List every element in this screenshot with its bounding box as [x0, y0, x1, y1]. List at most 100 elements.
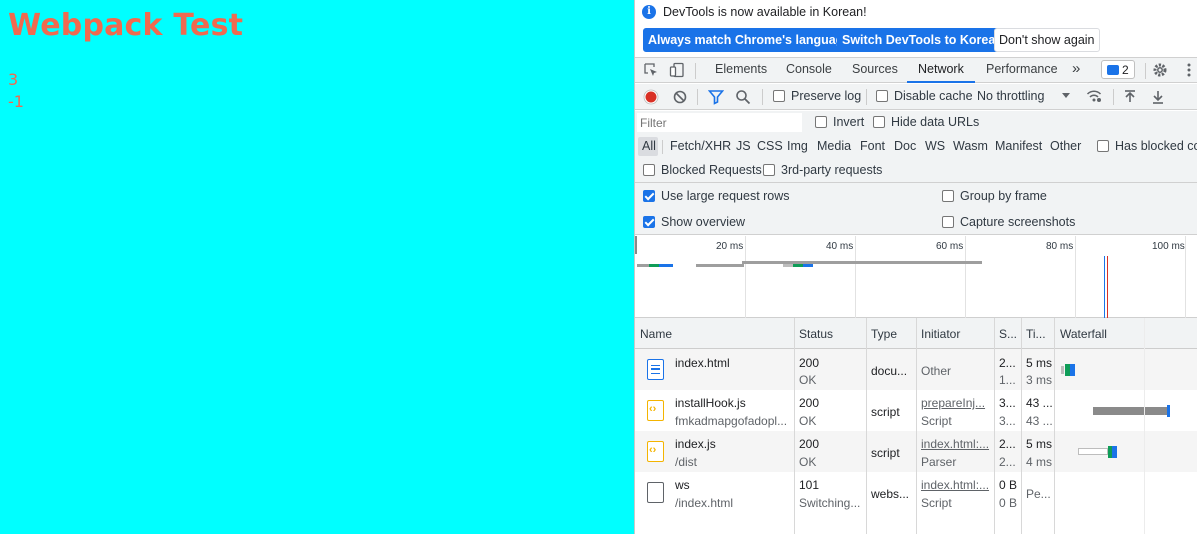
settings-gear-icon[interactable]: [1152, 62, 1168, 78]
page-line: 3: [8, 70, 19, 89]
has-blocked-cookies-checkbox[interactable]: [1097, 140, 1109, 152]
column-header-time[interactable]: Ti...: [1026, 327, 1046, 341]
request-status: 200: [799, 437, 820, 451]
column-divider[interactable]: [1054, 318, 1055, 534]
use-large-rows-label: Use large request rows: [661, 189, 790, 203]
type-filter-fetch-xhr[interactable]: Fetch/XHR: [670, 139, 731, 153]
clear-icon[interactable]: [672, 89, 688, 105]
type-filter-js[interactable]: JS: [736, 139, 751, 153]
column-header-size[interactable]: S...: [999, 327, 1017, 341]
active-tab-indicator: [907, 81, 975, 83]
show-overview-checkbox[interactable]: [643, 216, 655, 228]
network-conditions-icon[interactable]: [1086, 88, 1102, 104]
throttling-select[interactable]: No throttling: [977, 89, 1044, 103]
hide-data-urls-checkbox[interactable]: [873, 116, 885, 128]
request-type: script: [871, 446, 900, 460]
invert-checkbox[interactable]: [815, 116, 827, 128]
switch-to-korean-button[interactable]: Switch DevTools to Korean: [837, 28, 1008, 52]
request-path: /index.html: [675, 496, 734, 510]
type-filter-ws[interactable]: WS: [925, 139, 945, 153]
type-filter-wasm[interactable]: Wasm: [953, 139, 988, 153]
preserve-log-checkbox[interactable]: [773, 90, 785, 102]
match-language-button[interactable]: Always match Chrome's language: [643, 28, 856, 52]
type-filter-other[interactable]: Other: [1050, 139, 1081, 153]
overview-bar: [783, 264, 793, 267]
type-filter-all[interactable]: All: [642, 139, 656, 153]
tab-performance[interactable]: Performance: [986, 62, 1058, 76]
capture-screenshots-label: Capture screenshots: [960, 215, 1076, 229]
request-type: script: [871, 405, 900, 419]
divider: [697, 89, 698, 105]
type-filter-css[interactable]: CSS: [757, 139, 783, 153]
type-filter-img[interactable]: Img: [787, 139, 808, 153]
request-status: 200: [799, 356, 820, 370]
request-time: 5 ms: [1026, 437, 1053, 451]
request-initiator[interactable]: index.html:...: [921, 478, 993, 492]
column-divider[interactable]: [994, 318, 995, 534]
document-icon: [647, 359, 664, 380]
tab-elements[interactable]: Elements: [715, 62, 767, 76]
request-size: 3...: [999, 396, 1016, 410]
disable-cache-checkbox[interactable]: [876, 90, 888, 102]
column-header-initiator[interactable]: Initiator: [921, 327, 960, 341]
type-filter-font[interactable]: Font: [860, 139, 885, 153]
issues-badge[interactable]: 2: [1101, 60, 1135, 79]
request-latency: 3 ms: [1026, 373, 1053, 387]
overview-tick-label: 60 ms: [936, 241, 964, 252]
type-filter-doc[interactable]: Doc: [894, 139, 916, 153]
capture-screenshots-checkbox[interactable]: [942, 216, 954, 228]
request-name: index.html: [675, 356, 730, 370]
column-header-status[interactable]: Status: [799, 327, 833, 341]
type-filter-media[interactable]: Media: [817, 139, 851, 153]
request-size: 0 B: [999, 478, 1018, 492]
group-by-frame-checkbox[interactable]: [942, 190, 954, 202]
overview-start-marker: [635, 236, 637, 254]
dropdown-arrow-icon: [1062, 93, 1070, 98]
infobar-message: DevTools is now available in Korean!: [663, 5, 867, 19]
disable-cache-label: Disable cache: [894, 89, 973, 103]
overview-bar: [659, 264, 673, 267]
more-options-icon[interactable]: [1181, 62, 1197, 78]
network-overview[interactable]: 20 ms 40 ms 60 ms 80 ms 100 ms: [635, 236, 1197, 318]
column-divider[interactable]: [866, 318, 867, 534]
request-resource-size: 3...: [999, 414, 1016, 428]
waterfall-download-bar: [1070, 364, 1075, 376]
waterfall-queue-bar: [1061, 366, 1064, 374]
type-filter-manifest[interactable]: Manifest: [995, 139, 1042, 153]
request-initiator[interactable]: index.html:...: [921, 437, 993, 451]
tab-sources[interactable]: Sources: [852, 62, 898, 76]
record-icon[interactable]: [643, 89, 659, 105]
third-party-checkbox[interactable]: [763, 164, 775, 176]
import-har-icon[interactable]: [1122, 89, 1138, 105]
more-tabs-button[interactable]: »: [1072, 60, 1080, 77]
request-status-text: OK: [799, 373, 817, 387]
dont-show-again-button[interactable]: Don't show again: [994, 28, 1100, 52]
blocked-requests-checkbox[interactable]: [643, 164, 655, 176]
filter-input[interactable]: [637, 113, 802, 132]
invert-label: Invert: [833, 115, 865, 129]
page-viewport: Webpack Test 3 -1: [0, 0, 634, 534]
column-divider[interactable]: [1021, 318, 1022, 534]
export-har-icon[interactable]: [1150, 89, 1166, 105]
request-status-text: OK: [799, 455, 817, 469]
overview-tick-label: 40 ms: [826, 241, 854, 252]
column-divider[interactable]: [794, 318, 795, 534]
request-initiator[interactable]: prepareInj...: [921, 396, 993, 410]
use-large-rows-checkbox[interactable]: [643, 190, 655, 202]
tab-console[interactable]: Console: [786, 62, 832, 76]
request-name: installHook.js: [675, 396, 746, 410]
filter-icon[interactable]: [708, 89, 724, 105]
request-status: 101: [799, 478, 820, 492]
show-overview-label: Show overview: [661, 215, 746, 229]
column-divider[interactable]: [916, 318, 917, 534]
device-toolbar-icon[interactable]: [669, 62, 685, 78]
network-toolbar: Preserve log Disable cache No throttling: [635, 84, 1197, 110]
column-header-waterfall[interactable]: Waterfall: [1060, 327, 1107, 341]
waterfall-queue-bar: [1078, 448, 1108, 455]
column-header-name[interactable]: Name: [640, 327, 672, 341]
column-header-type[interactable]: Type: [871, 327, 897, 341]
tab-network[interactable]: Network: [918, 62, 964, 76]
search-icon[interactable]: [735, 89, 751, 105]
inspect-element-icon[interactable]: [643, 62, 659, 78]
load-event-marker: [1107, 256, 1108, 318]
